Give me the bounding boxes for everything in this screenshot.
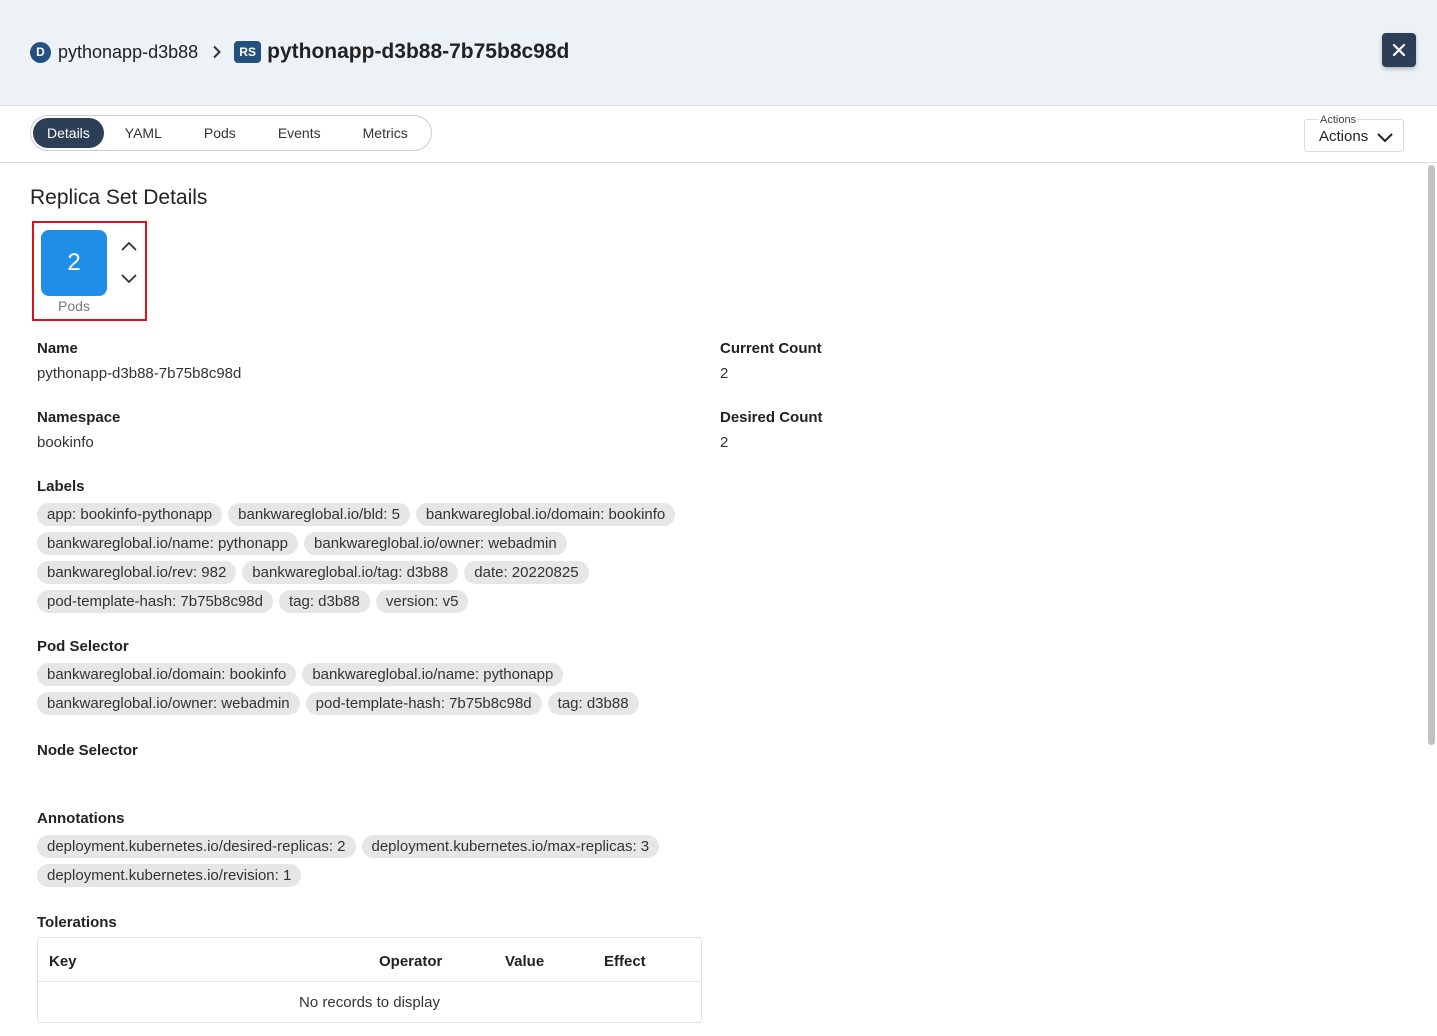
table-header: Key Operator Value Effect <box>38 938 701 982</box>
current-count-label: Current Count <box>720 340 822 357</box>
column-header-key[interactable]: Key <box>49 953 77 970</box>
chevron-down-icon <box>1377 130 1393 148</box>
label-chip: bankwareglobal.io/bld: 5 <box>228 503 410 526</box>
selector-chip: tag: d3b88 <box>547 692 639 715</box>
actions-caption: Actions <box>1319 114 1358 126</box>
current-count-value: 2 <box>720 365 729 382</box>
selector-chip: bankwareglobal.io/name: pythonapp <box>302 663 564 686</box>
column-header-value[interactable]: Value <box>505 953 544 970</box>
close-icon <box>1392 43 1406 57</box>
tab-details[interactable]: Details <box>33 118 104 148</box>
column-header-effect[interactable]: Effect <box>604 953 646 970</box>
label-chip: bankwareglobal.io/rev: 982 <box>37 561 237 584</box>
annotations-chips: deployment.kubernetes.io/desired-replica… <box>37 835 717 887</box>
tab-metrics[interactable]: Metrics <box>342 118 429 148</box>
breadcrumb-parent-link[interactable]: pythonapp-d3b88 <box>58 42 198 63</box>
annotations-label: Annotations <box>37 810 125 827</box>
label-chip: bankwareglobal.io/owner: webadmin <box>304 532 567 555</box>
pod-selector-label: Pod Selector <box>37 638 129 655</box>
label-chip: date: 20220825 <box>464 561 589 584</box>
selector-chip: bankwareglobal.io/owner: webadmin <box>37 692 300 715</box>
deployment-badge: D <box>30 41 51 63</box>
node-selector-label: Node Selector <box>37 742 138 759</box>
desired-count-label: Desired Count <box>720 409 823 426</box>
labels-label: Labels <box>37 478 85 495</box>
label-chip: bankwareglobal.io/tag: d3b88 <box>242 561 459 584</box>
scrollbar[interactable] <box>1428 165 1435 745</box>
tab-pods[interactable]: Pods <box>183 118 257 148</box>
name-label: Name <box>37 340 78 357</box>
section-title: Replica Set Details <box>30 186 208 209</box>
label-chip: version: v5 <box>375 590 469 613</box>
label-chip: tag: d3b88 <box>279 590 370 613</box>
column-header-operator[interactable]: Operator <box>379 953 442 970</box>
name-value: pythonapp-d3b88-7b75b8c98d <box>37 365 242 382</box>
tab-bar: Details YAML Pods Events Metrics Actions… <box>0 107 1437 163</box>
annotation-chip: deployment.kubernetes.io/max-replicas: 3 <box>361 835 660 858</box>
pods-label: Pods <box>58 298 90 314</box>
page-title: pythonapp-d3b88-7b75b8c98d <box>267 40 570 63</box>
close-button[interactable] <box>1382 33 1416 67</box>
chevron-right-icon <box>212 45 222 59</box>
selector-chip: pod-template-hash: 7b75b8c98d <box>305 692 542 715</box>
chevron-down-icon <box>121 274 137 284</box>
actions-dropdown[interactable]: Actions Actions <box>1304 114 1404 152</box>
pod-selector-chips: bankwareglobal.io/domain: bookinfo bankw… <box>37 663 717 715</box>
actions-value: Actions <box>1319 128 1369 145</box>
namespace-value: bookinfo <box>37 434 94 451</box>
drawer-header: D pythonapp-d3b88 RS pythonapp-d3b88-7b7… <box>0 0 1437 106</box>
labels-chips: app: bookinfo-pythonapp bankwareglobal.i… <box>37 503 717 613</box>
tab-events[interactable]: Events <box>257 118 342 148</box>
label-chip: bankwareglobal.io/domain: bookinfo <box>415 503 676 526</box>
scale-down-button[interactable] <box>118 269 140 289</box>
tolerations-label: Tolerations <box>37 914 117 931</box>
label-chip: bankwareglobal.io/name: pythonapp <box>37 532 299 555</box>
chevron-up-icon <box>121 241 137 251</box>
pod-count: 2 <box>41 230 107 296</box>
label-chip: app: bookinfo-pythonapp <box>37 503 223 526</box>
selector-chip: bankwareglobal.io/domain: bookinfo <box>37 663 297 686</box>
empty-state: No records to display <box>299 994 440 1011</box>
annotation-chip: deployment.kubernetes.io/desired-replica… <box>37 835 356 858</box>
annotation-chip: deployment.kubernetes.io/revision: 1 <box>37 864 302 887</box>
tab-yaml[interactable]: YAML <box>104 118 183 148</box>
breadcrumb: D pythonapp-d3b88 RS pythonapp-d3b88-7b7… <box>30 40 569 64</box>
tab-group: Details YAML Pods Events Metrics <box>30 115 432 151</box>
label-chip: pod-template-hash: 7b75b8c98d <box>37 590 273 613</box>
scale-up-button[interactable] <box>118 236 140 256</box>
tolerations-table: Key Operator Value Effect No records to … <box>37 937 702 1023</box>
replicaset-badge: RS <box>234 41 262 63</box>
pod-scaler: 2 Pods <box>32 221 147 321</box>
namespace-label: Namespace <box>37 409 121 426</box>
desired-count-value: 2 <box>720 434 729 451</box>
